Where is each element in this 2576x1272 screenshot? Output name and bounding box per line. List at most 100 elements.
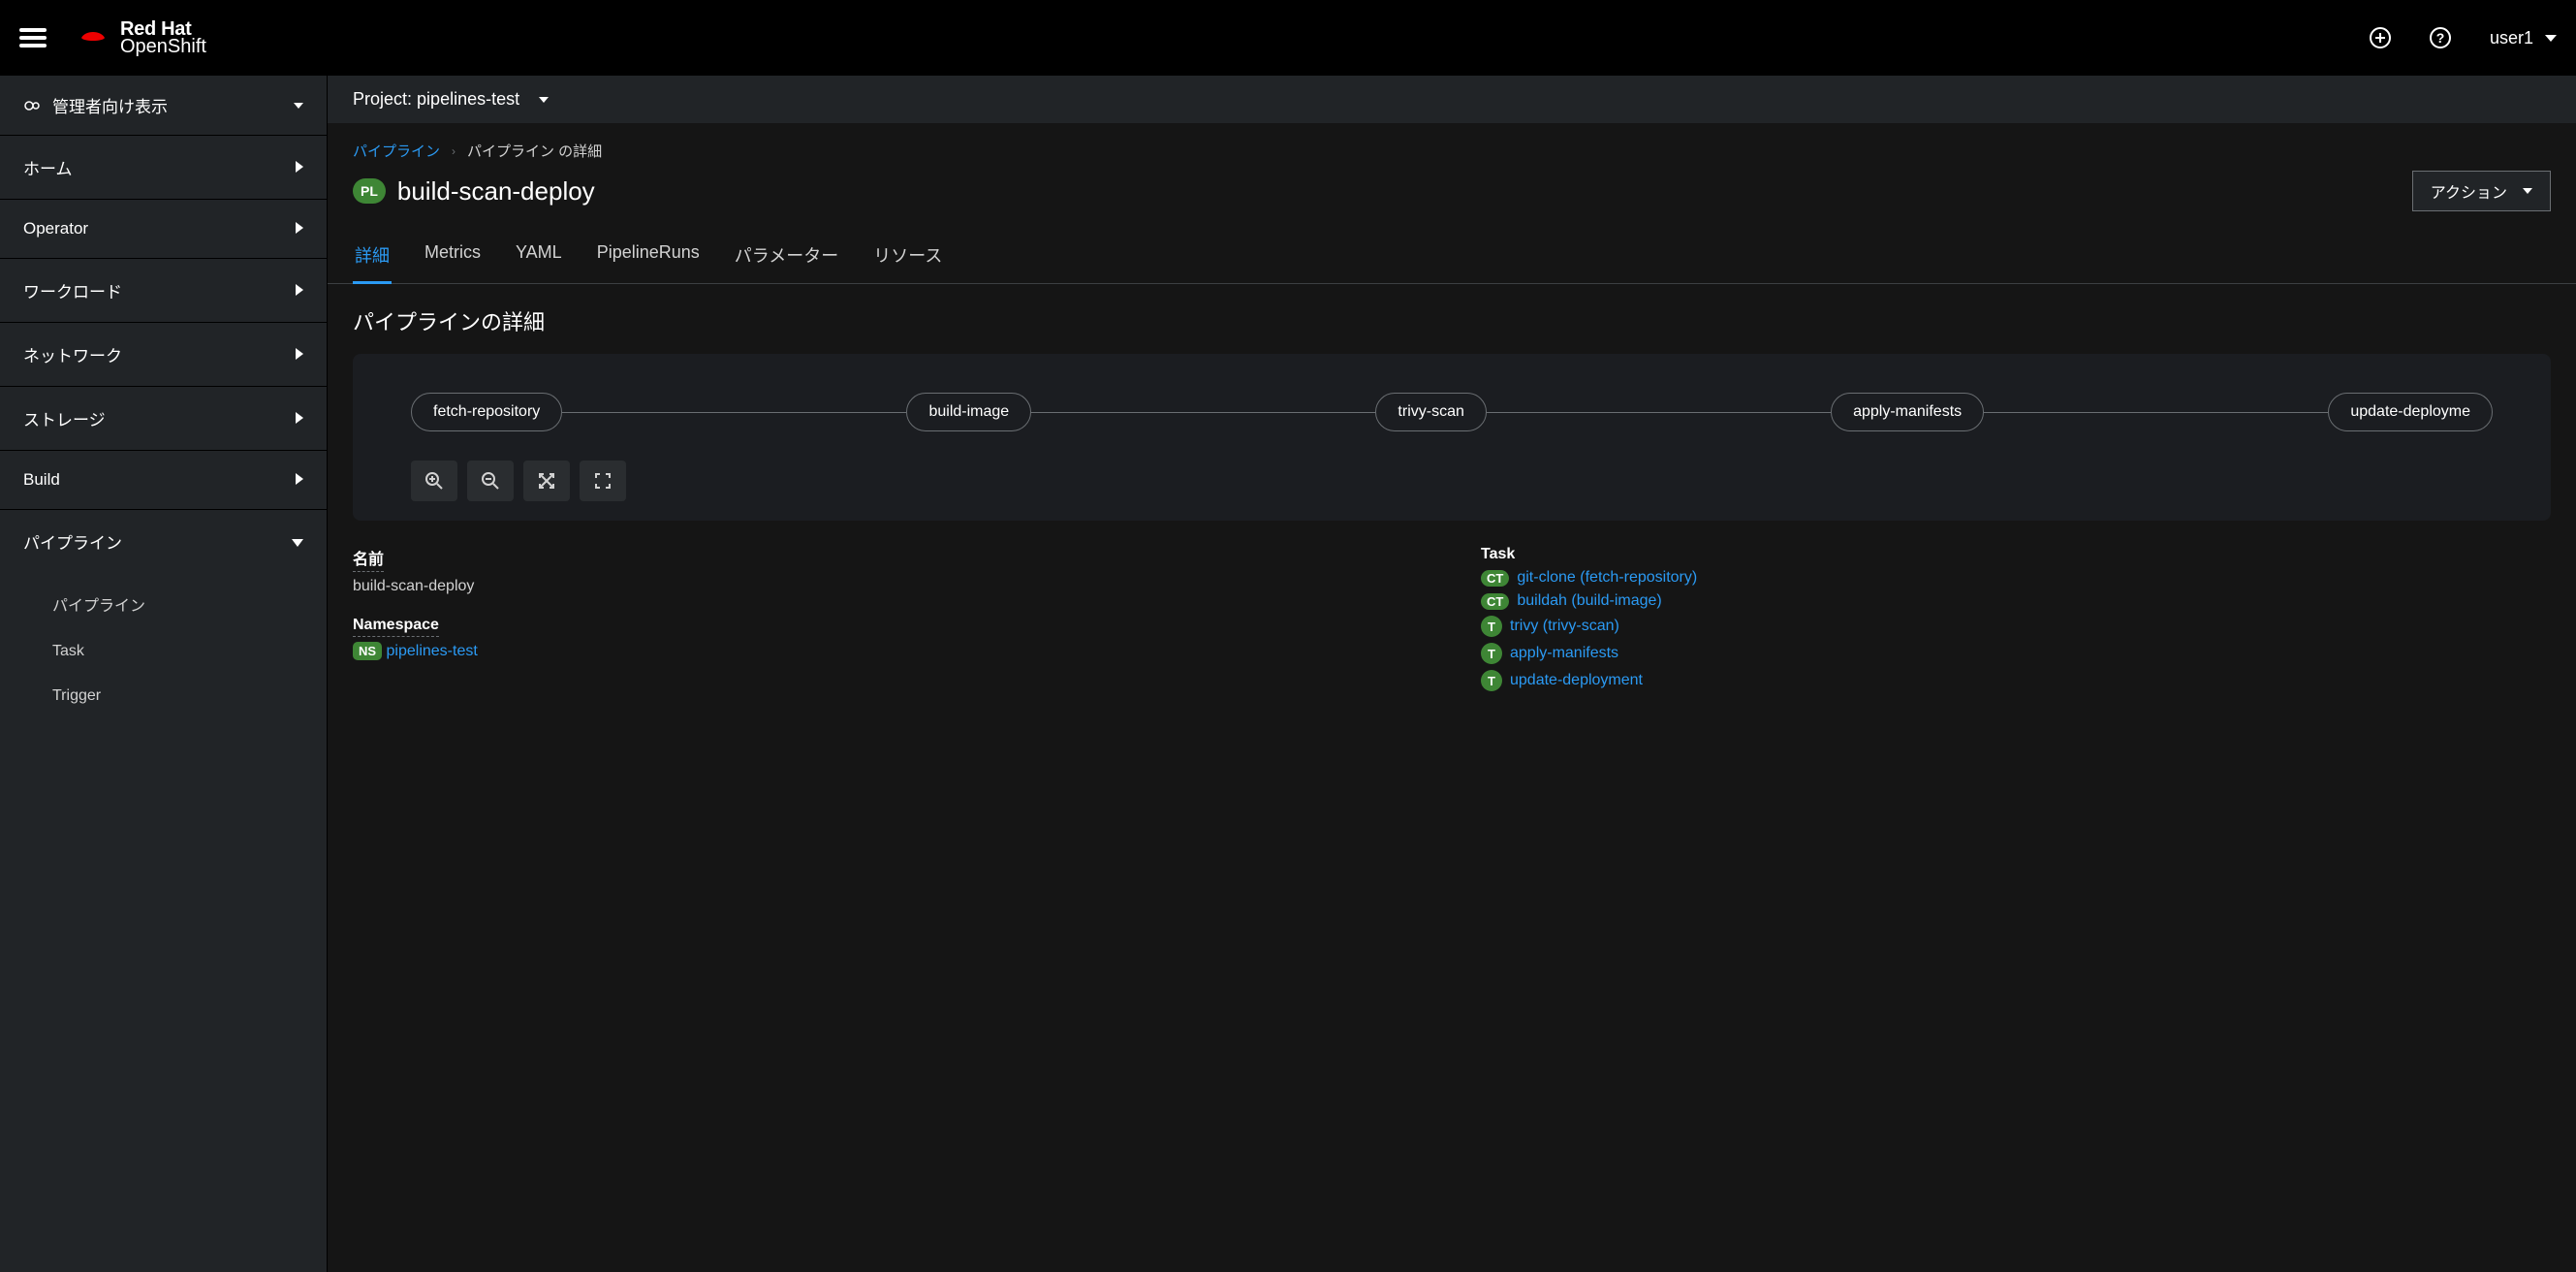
breadcrumb-root[interactable]: パイプライン — [353, 141, 440, 161]
sidebar-sub-item-pipelines[interactable]: パイプライン — [0, 579, 327, 629]
pipeline-connector — [1487, 412, 1831, 413]
brand-line-2: OpenShift — [120, 37, 206, 56]
fit-button[interactable] — [523, 461, 570, 501]
user-menu[interactable]: user1 — [2490, 28, 2557, 48]
sidebar-item-storage[interactable]: ストレージ — [0, 387, 327, 451]
task-link[interactable]: git-clone (fetch-repository) — [1517, 569, 1697, 587]
clustertask-badge: CT — [1481, 593, 1509, 610]
sidebar: 管理者向け表示 ホーム Operator ワークロード ネットワーク ストレージ… — [0, 76, 328, 1272]
field-label-name: 名前 — [353, 546, 384, 572]
tab-resources[interactable]: リソース — [871, 229, 944, 284]
perspective-switcher[interactable]: 管理者向け表示 — [0, 76, 327, 136]
namespace-link[interactable]: pipelines-test — [387, 643, 478, 659]
sidebar-item-operator[interactable]: Operator — [0, 200, 327, 259]
masthead: Red Hat OpenShift ? user1 — [0, 0, 2576, 76]
chevron-right-icon — [296, 281, 303, 301]
sidebar-item-label: ホーム — [23, 155, 73, 179]
pipeline-connector — [562, 412, 906, 413]
redhat-icon — [76, 24, 110, 51]
task-link[interactable]: apply-manifests — [1510, 645, 1618, 662]
pipeline-task-node[interactable]: build-image — [906, 393, 1031, 431]
task-row: CT git-clone (fetch-repository) — [1481, 569, 2551, 587]
sidebar-item-label: ワークロード — [23, 278, 122, 302]
visualization-toolbar — [411, 461, 2493, 501]
actions-button[interactable]: アクション — [2412, 171, 2551, 211]
sidebar-item-label: パイプライン — [23, 529, 122, 554]
pipeline-task-node[interactable]: apply-manifests — [1831, 393, 1984, 431]
chevron-down-icon — [292, 532, 303, 552]
pipeline-task-node[interactable]: update-deployme — [2328, 393, 2493, 431]
zoom-out-button[interactable] — [467, 461, 514, 501]
breadcrumb: パイプライン › パイプライン の詳細 — [328, 123, 2576, 161]
chevron-right-icon — [296, 470, 303, 490]
pipeline-task-node[interactable]: fetch-repository — [411, 393, 562, 431]
pipeline-badge: PL — [353, 178, 386, 204]
help-button[interactable]: ? — [2430, 27, 2451, 48]
plus-circle-icon — [2370, 27, 2391, 48]
field-label-namespace: Namespace — [353, 617, 439, 637]
chevron-right-icon — [296, 345, 303, 365]
chevron-right-icon — [296, 409, 303, 429]
sidebar-item-pipelines[interactable]: パイプライン — [0, 510, 327, 573]
pipeline-task-node[interactable]: trivy-scan — [1375, 393, 1486, 431]
task-row: T trivy (trivy-scan) — [1481, 616, 2551, 637]
sidebar-item-build[interactable]: Build — [0, 451, 327, 510]
page-title: build-scan-deploy — [397, 176, 595, 207]
add-button[interactable] — [2370, 27, 2391, 48]
task-row: CT buildah (build-image) — [1481, 592, 2551, 610]
project-name: pipelines-test — [417, 89, 519, 109]
task-row: T update-deployment — [1481, 670, 2551, 691]
caret-down-icon — [294, 103, 303, 109]
task-badge: T — [1481, 643, 1502, 664]
caret-down-icon — [539, 97, 549, 103]
sidebar-item-home[interactable]: ホーム — [0, 136, 327, 200]
sidebar-item-workloads[interactable]: ワークロード — [0, 259, 327, 323]
question-circle-icon: ? — [2430, 27, 2451, 48]
sidebar-item-label: Build — [23, 470, 60, 490]
gear-icon — [23, 97, 41, 114]
sidebar-item-label: ネットワーク — [23, 342, 122, 366]
sidebar-sub-pipelines: パイプライン Task Trigger — [0, 573, 327, 724]
chevron-right-icon — [296, 219, 303, 238]
pipeline-visualization: fetch-repository build-image trivy-scan … — [353, 354, 2551, 521]
task-badge: T — [1481, 670, 1502, 691]
sidebar-item-network[interactable]: ネットワーク — [0, 323, 327, 387]
task-row: T apply-manifests — [1481, 643, 2551, 664]
fullscreen-icon — [593, 471, 613, 491]
tab-list: 詳細 Metrics YAML PipelineRuns パラメーター リソース — [328, 229, 2576, 284]
sidebar-item-label: ストレージ — [23, 406, 106, 430]
actions-label: アクション — [2431, 179, 2507, 203]
zoom-in-icon — [424, 471, 444, 491]
field-label-tasks: Task — [1481, 546, 2551, 563]
project-selector[interactable]: Project: pipelines-test — [328, 76, 2576, 123]
task-badge: T — [1481, 616, 1502, 637]
project-label: Project: — [353, 89, 412, 109]
zoom-in-button[interactable] — [411, 461, 457, 501]
chevron-right-icon — [296, 158, 303, 177]
pipeline-connector — [1031, 412, 1375, 413]
namespace-badge: NS — [353, 642, 382, 660]
main-content: Project: pipelines-test パイプライン › パイプライン … — [328, 76, 2576, 1272]
tab-metrics[interactable]: Metrics — [423, 229, 483, 284]
task-link[interactable]: buildah (build-image) — [1517, 592, 1661, 610]
pipeline-graph[interactable]: fetch-repository build-image trivy-scan … — [411, 393, 2493, 431]
caret-down-icon — [2545, 35, 2557, 42]
sidebar-sub-item-trigger[interactable]: Trigger — [0, 674, 327, 718]
breadcrumb-current: パイプライン の詳細 — [467, 141, 602, 161]
tab-details[interactable]: 詳細 — [353, 229, 392, 284]
tab-pipelineruns[interactable]: PipelineRuns — [595, 229, 702, 284]
zoom-out-icon — [481, 471, 500, 491]
brand: Red Hat OpenShift — [76, 19, 206, 56]
chevron-right-icon: › — [452, 144, 456, 158]
sidebar-sub-item-task[interactable]: Task — [0, 629, 327, 674]
details-grid: 名前 build-scan-deploy Namespace NS pipeli… — [328, 536, 2576, 736]
sidebar-item-label: Operator — [23, 219, 88, 238]
caret-down-icon — [2523, 188, 2532, 194]
tab-parameters[interactable]: パラメーター — [733, 229, 840, 284]
section-title: パイプラインの詳細 — [328, 284, 2576, 354]
task-link[interactable]: update-deployment — [1510, 672, 1643, 689]
nav-toggle[interactable] — [19, 24, 47, 51]
tab-yaml[interactable]: YAML — [514, 229, 564, 284]
task-link[interactable]: trivy (trivy-scan) — [1510, 618, 1619, 635]
fullscreen-button[interactable] — [580, 461, 626, 501]
